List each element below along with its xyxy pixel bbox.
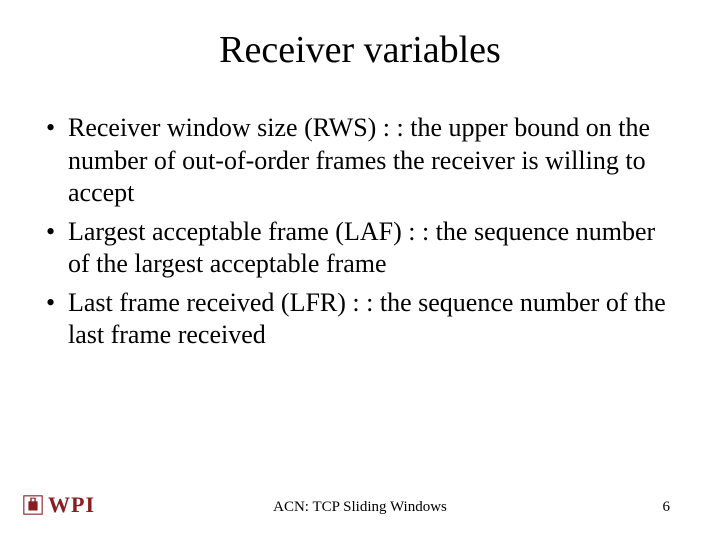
slide-content: Receiver window size (RWS) : : the upper… <box>40 112 680 352</box>
wpi-seal-icon <box>22 494 44 516</box>
logo-text: WPI <box>48 492 95 518</box>
bullet-list: Receiver window size (RWS) : : the upper… <box>40 112 680 352</box>
footer-center-text: ACN: TCP Sliding Windows <box>273 499 447 516</box>
bullet-item: Last frame received (LFR) : : the sequen… <box>40 287 680 352</box>
page-number: 6 <box>663 499 671 516</box>
slide-footer: WPI ACN: TCP Sliding Windows 6 <box>0 488 720 518</box>
bullet-item: Receiver window size (RWS) : : the upper… <box>40 112 680 210</box>
slide-title: Receiver variables <box>40 28 680 72</box>
slide: Receiver variables Receiver window size … <box>0 0 720 540</box>
bullet-item: Largest acceptable frame (LAF) : : the s… <box>40 216 680 281</box>
logo: WPI <box>22 492 95 518</box>
